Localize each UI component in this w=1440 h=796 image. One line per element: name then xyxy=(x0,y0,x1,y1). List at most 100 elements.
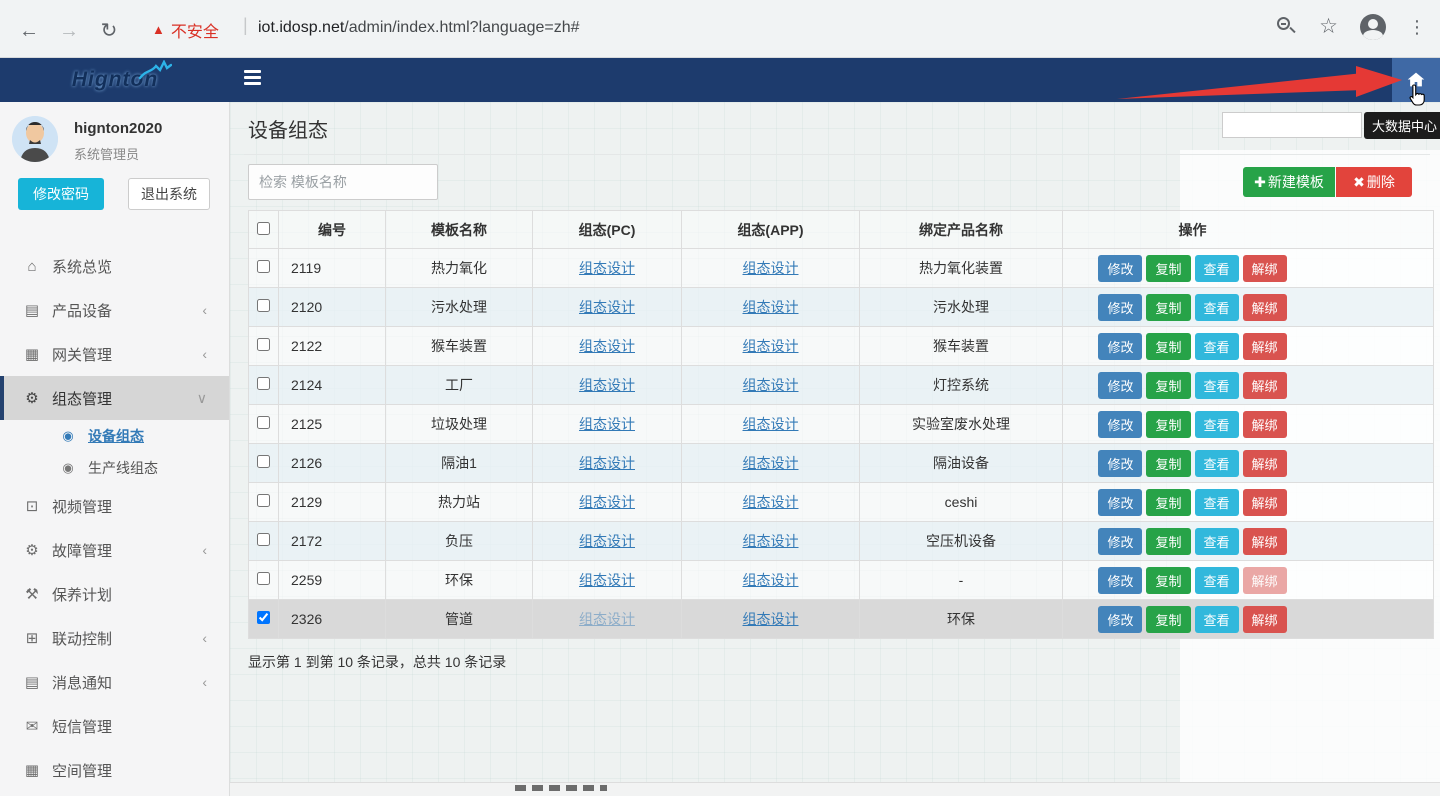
row-checkbox[interactable] xyxy=(257,611,270,624)
row-checkbox[interactable] xyxy=(257,455,270,468)
pc-design-link[interactable]: 组态设计 xyxy=(579,338,635,354)
app-design-link[interactable]: 组态设计 xyxy=(743,299,799,315)
zoom-out-icon[interactable] xyxy=(1277,17,1297,37)
browser-profile-icon[interactable] xyxy=(1360,14,1386,40)
pc-design-link[interactable]: 组态设计 xyxy=(579,533,635,549)
edit-button[interactable]: 修改 xyxy=(1098,489,1142,516)
bookmark-star-icon[interactable]: ☆ xyxy=(1319,17,1338,37)
app-design-link[interactable]: 组态设计 xyxy=(743,416,799,432)
row-checkbox[interactable] xyxy=(257,299,270,312)
browser-reload-icon[interactable]: ↻ xyxy=(94,16,124,46)
row-checkbox[interactable] xyxy=(257,572,270,585)
view-button[interactable]: 查看 xyxy=(1195,294,1239,321)
view-button[interactable]: 查看 xyxy=(1195,372,1239,399)
row-checkbox[interactable] xyxy=(257,377,270,390)
sidebar-item[interactable]: ⚒保养计划 xyxy=(0,572,229,616)
global-search-input[interactable] xyxy=(1222,112,1362,138)
home-button[interactable] xyxy=(1392,58,1440,102)
app-design-link[interactable]: 组态设计 xyxy=(743,494,799,510)
app-design-link[interactable]: 组态设计 xyxy=(743,260,799,276)
edit-button[interactable]: 修改 xyxy=(1098,606,1142,633)
copy-button[interactable]: 复制 xyxy=(1146,450,1190,477)
browser-menu-icon[interactable]: ⋮ xyxy=(1408,17,1426,38)
logo[interactable]: Hignton xyxy=(0,58,230,102)
unbind-button[interactable]: 解绑 xyxy=(1243,450,1287,477)
app-design-link[interactable]: 组态设计 xyxy=(743,455,799,471)
pc-design-link[interactable]: 组态设计 xyxy=(579,416,635,432)
sidebar-item[interactable]: ▦空间管理 xyxy=(0,748,229,792)
pc-design-link[interactable]: 组态设计 xyxy=(579,572,635,588)
unbind-button[interactable]: 解绑 xyxy=(1243,294,1287,321)
app-design-link[interactable]: 组态设计 xyxy=(743,572,799,588)
app-design-link[interactable]: 组态设计 xyxy=(743,338,799,354)
view-button[interactable]: 查看 xyxy=(1195,333,1239,360)
address-bar[interactable]: iot.idosp.net/admin/index.html?language=… xyxy=(258,19,580,37)
view-button[interactable]: 查看 xyxy=(1195,411,1239,438)
pc-design-link[interactable]: 组态设计 xyxy=(579,455,635,471)
view-button[interactable]: 查看 xyxy=(1195,450,1239,477)
view-button[interactable]: 查看 xyxy=(1195,489,1239,516)
copy-button[interactable]: 复制 xyxy=(1146,294,1190,321)
copy-button[interactable]: 复制 xyxy=(1146,567,1190,594)
edit-button[interactable]: 修改 xyxy=(1098,567,1142,594)
copy-button[interactable]: 复制 xyxy=(1146,528,1190,555)
security-badge[interactable]: ▲ 不安全 xyxy=(152,18,219,42)
browser-forward-icon[interactable]: → xyxy=(54,16,84,46)
change-password-button[interactable]: 修改密码 xyxy=(18,178,104,210)
pc-design-link[interactable]: 组态设计 xyxy=(579,611,635,627)
unbind-button[interactable]: 解绑 xyxy=(1243,333,1287,360)
view-button[interactable]: 查看 xyxy=(1195,567,1239,594)
pc-design-link[interactable]: 组态设计 xyxy=(579,299,635,315)
edit-button[interactable]: 修改 xyxy=(1098,372,1142,399)
sidebar-item[interactable]: ▤产品设备‹ xyxy=(0,288,229,332)
select-all-checkbox[interactable] xyxy=(257,222,270,235)
sidebar-item[interactable]: ◉生产线组态 xyxy=(0,452,229,484)
edit-button[interactable]: 修改 xyxy=(1098,255,1142,282)
unbind-button[interactable]: 解绑 xyxy=(1243,255,1287,282)
sidebar-item[interactable]: ▦网关管理‹ xyxy=(0,332,229,376)
row-checkbox[interactable] xyxy=(257,416,270,429)
sidebar-item[interactable]: ⚙组态管理∨ xyxy=(0,376,229,420)
pc-design-link[interactable]: 组态设计 xyxy=(579,494,635,510)
sidebar-item[interactable]: ◉设备组态 xyxy=(0,420,229,452)
view-button[interactable]: 查看 xyxy=(1195,255,1239,282)
unbind-button[interactable]: 解绑 xyxy=(1243,528,1287,555)
unbind-button[interactable]: 解绑 xyxy=(1243,606,1287,633)
sidebar-item[interactable]: ⌂系统总览 xyxy=(0,244,229,288)
sidebar-item[interactable]: ⚙故障管理‹ xyxy=(0,528,229,572)
unbind-button[interactable]: 解绑 xyxy=(1243,411,1287,438)
sidebar-item[interactable]: ▤消息通知‹ xyxy=(0,660,229,704)
sidebar-toggle-icon[interactable] xyxy=(244,70,266,90)
row-checkbox[interactable] xyxy=(257,338,270,351)
copy-button[interactable]: 复制 xyxy=(1146,255,1190,282)
copy-button[interactable]: 复制 xyxy=(1146,333,1190,360)
browser-back-icon[interactable]: ← xyxy=(14,16,44,46)
unbind-button[interactable]: 解绑 xyxy=(1243,372,1287,399)
edit-button[interactable]: 修改 xyxy=(1098,294,1142,321)
pc-design-link[interactable]: 组态设计 xyxy=(579,260,635,276)
logout-button[interactable]: 退出系统 xyxy=(128,178,210,210)
unbind-button[interactable]: 解绑 xyxy=(1243,489,1287,516)
sidebar-item[interactable]: ⊡视频管理 xyxy=(0,484,229,528)
unbind-button[interactable]: 解绑 xyxy=(1243,567,1287,594)
sidebar-item[interactable]: ✉短信管理 xyxy=(0,704,229,748)
edit-button[interactable]: 修改 xyxy=(1098,450,1142,477)
edit-button[interactable]: 修改 xyxy=(1098,333,1142,360)
copy-button[interactable]: 复制 xyxy=(1146,372,1190,399)
pc-design-link[interactable]: 组态设计 xyxy=(579,377,635,393)
delete-button[interactable]: ✖删除 xyxy=(1336,167,1412,197)
copy-button[interactable]: 复制 xyxy=(1146,606,1190,633)
row-checkbox[interactable] xyxy=(257,533,270,546)
app-design-link[interactable]: 组态设计 xyxy=(743,377,799,393)
row-checkbox[interactable] xyxy=(257,260,270,273)
view-button[interactable]: 查看 xyxy=(1195,606,1239,633)
sidebar-item[interactable]: ⊞联动控制‹ xyxy=(0,616,229,660)
copy-button[interactable]: 复制 xyxy=(1146,411,1190,438)
edit-button[interactable]: 修改 xyxy=(1098,528,1142,555)
edit-button[interactable]: 修改 xyxy=(1098,411,1142,438)
new-template-button[interactable]: ✚新建模板 xyxy=(1243,167,1335,197)
app-design-link[interactable]: 组态设计 xyxy=(743,533,799,549)
template-search-input[interactable] xyxy=(248,164,438,200)
copy-button[interactable]: 复制 xyxy=(1146,489,1190,516)
app-design-link[interactable]: 组态设计 xyxy=(743,611,799,627)
